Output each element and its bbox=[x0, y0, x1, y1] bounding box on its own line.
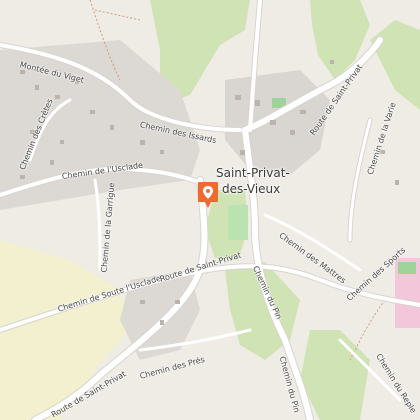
road-chemin-garrigue bbox=[93, 178, 102, 272]
map-pin-icon bbox=[198, 182, 218, 208]
town-label-line-2: des-Vieux bbox=[222, 182, 281, 196]
sports-pitch bbox=[398, 262, 416, 274]
location-marker[interactable] bbox=[197, 181, 219, 209]
map-canvas[interactable]: Montée du Viget Chemin des Crêtes Chemin… bbox=[0, 0, 420, 420]
forest-east bbox=[370, 20, 420, 110]
field-southwest bbox=[0, 240, 130, 420]
town-label-line-1: Saint-Privat- bbox=[216, 166, 290, 180]
park-village bbox=[228, 205, 248, 240]
